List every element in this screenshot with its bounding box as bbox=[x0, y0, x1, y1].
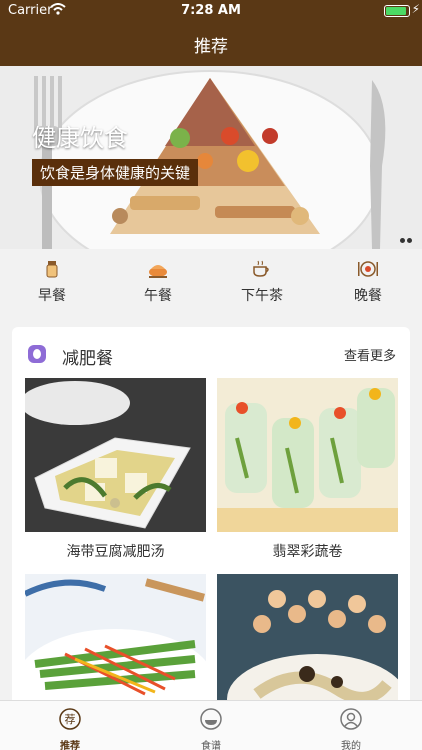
tab-bar: 荐 推荐 食谱 我的 bbox=[0, 700, 422, 750]
nav-bar: 推荐 bbox=[0, 22, 422, 66]
recipe-name: 翡翠彩蔬卷 bbox=[272, 544, 343, 560]
banner-subtitle: 饮食是身体健康的关键 bbox=[32, 159, 199, 186]
see-more-link[interactable]: 查看更多 bbox=[344, 345, 396, 364]
recipe-photo bbox=[217, 574, 398, 707]
bread-jar-icon bbox=[12, 259, 92, 279]
tab-label: 推荐 bbox=[60, 741, 80, 750]
recipe-photo bbox=[25, 378, 206, 532]
clock: 7:28 AM bbox=[181, 3, 241, 18]
tab-recommend[interactable]: 荐 推荐 bbox=[30, 707, 110, 750]
category-breakfast[interactable]: 早餐 bbox=[12, 259, 92, 305]
category-lunch[interactable]: 午餐 bbox=[118, 259, 198, 305]
recipe-name: 海带豆腐减肥汤 bbox=[66, 544, 165, 560]
status-bar: Carrier 7:28 AM ⚡ bbox=[0, 0, 422, 22]
recipe-card[interactable] bbox=[25, 574, 206, 707]
meal-categories: 早餐 午餐 下午茶 晚餐 bbox=[0, 249, 422, 317]
battery-icon bbox=[384, 5, 410, 17]
food-pyramid-image bbox=[0, 66, 422, 249]
recipe-book-icon bbox=[171, 707, 251, 735]
recipe-photo bbox=[217, 378, 398, 532]
hero-banner[interactable]: 健康饮食 饮食是身体健康的关键 bbox=[0, 66, 422, 249]
category-label: 晚餐 bbox=[354, 288, 382, 304]
category-label: 午餐 bbox=[144, 288, 172, 304]
recipe-card[interactable]: 翡翠彩蔬卷 bbox=[217, 378, 398, 561]
category-dinner[interactable]: 晚餐 bbox=[328, 259, 408, 305]
category-afternoon-tea[interactable]: 下午茶 bbox=[222, 259, 302, 305]
recipe-card[interactable]: 海带豆腐减肥汤 bbox=[25, 378, 206, 561]
diet-meal-section: 减肥餐 查看更多 海带豆腐减肥汤 翡翠彩蔬卷 bbox=[12, 327, 410, 707]
profile-icon bbox=[311, 707, 391, 735]
recipe-photo bbox=[25, 574, 206, 707]
leaf-badge-icon bbox=[28, 345, 46, 363]
roast-chicken-icon bbox=[118, 259, 198, 279]
category-label: 早餐 bbox=[38, 288, 66, 304]
section-title: 减肥餐 bbox=[62, 349, 113, 369]
tab-label: 食谱 bbox=[201, 741, 221, 750]
dinner-plate-icon bbox=[328, 259, 408, 279]
tab-label: 我的 bbox=[341, 741, 361, 750]
recommend-icon: 荐 bbox=[30, 707, 110, 735]
tab-profile[interactable]: 我的 bbox=[311, 707, 391, 750]
charging-icon: ⚡ bbox=[411, 2, 420, 16]
page-title: 推荐 bbox=[194, 37, 228, 57]
tab-recipes[interactable]: 食谱 bbox=[171, 707, 251, 750]
category-label: 下午茶 bbox=[241, 288, 283, 304]
svg-text:荐: 荐 bbox=[65, 713, 76, 726]
carousel-dots[interactable] bbox=[398, 228, 412, 247]
banner-title: 健康饮食 bbox=[32, 124, 128, 152]
recipe-card[interactable] bbox=[217, 574, 398, 707]
tea-cup-icon bbox=[222, 259, 302, 279]
